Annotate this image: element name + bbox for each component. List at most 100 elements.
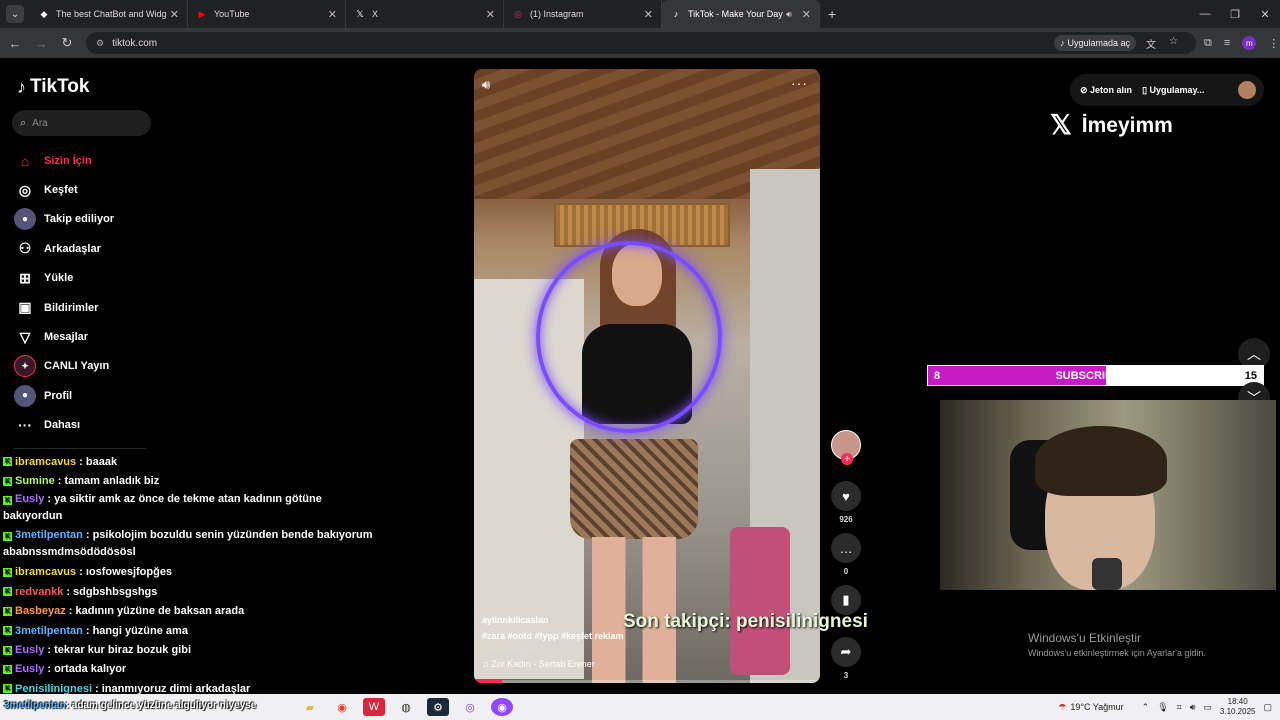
sidebar-item[interactable]: ● Profil bbox=[14, 381, 174, 410]
extensions-icon[interactable]: ⧉ bbox=[1204, 37, 1212, 50]
sidebar-item[interactable]: ◎ Keşfet bbox=[14, 175, 174, 204]
forward-button[interactable]: → bbox=[30, 36, 52, 51]
creator-avatar-action[interactable]: + bbox=[828, 430, 864, 465]
video-hashtags[interactable]: #zara #ootd #fypp #keşfet reklam bbox=[482, 631, 624, 641]
kick-badge-icon: K bbox=[3, 606, 12, 616]
media-control-icon[interactable]: ≡ bbox=[1224, 37, 1230, 49]
wps-office-icon[interactable]: W bbox=[363, 698, 385, 716]
battery-icon[interactable]: ▭ bbox=[1203, 702, 1212, 713]
close-window-button[interactable]: ✕ bbox=[1250, 0, 1280, 28]
browser-tab[interactable]: ◎ (1) Instagram ✕ bbox=[504, 0, 662, 28]
get-app-button[interactable]: ▯ Uygulamay... bbox=[1142, 85, 1204, 96]
bookmark-star-icon[interactable]: ☆ bbox=[1169, 36, 1178, 47]
sidebar-item[interactable]: ● Takip ediliyor bbox=[14, 205, 174, 234]
tab-search-button[interactable]: ⌄ bbox=[6, 5, 24, 23]
get-coins-label: Jeton alın bbox=[1090, 84, 1133, 95]
share-action[interactable]: ➦ 3 bbox=[828, 637, 864, 680]
search-placeholder: Ara bbox=[32, 117, 48, 129]
sidebar-item[interactable]: ⊞ Yükle bbox=[14, 264, 174, 293]
site-info-icon[interactable]: ⚙ bbox=[96, 38, 104, 49]
tab-close-icon[interactable]: ✕ bbox=[644, 8, 653, 21]
tab-close-icon[interactable]: ✕ bbox=[328, 8, 337, 21]
taskbar-clock[interactable]: 18:40 3.10.2025 bbox=[1220, 697, 1256, 716]
chat-message: : hangi yüzüne ama bbox=[85, 624, 188, 637]
search-input[interactable]: ⌕ Ara bbox=[12, 110, 151, 136]
sidebar-item[interactable]: ··· Dahası bbox=[14, 411, 174, 440]
chat-username: redvankk bbox=[15, 585, 64, 598]
translate-icon[interactable]: 文 bbox=[1146, 36, 1156, 51]
notifications-tray-icon[interactable]: ▢ bbox=[1263, 702, 1272, 713]
chat-message: : ortada kalıyor bbox=[47, 663, 127, 676]
more-options-icon[interactable]: ··· bbox=[791, 75, 808, 91]
like-action[interactable]: ♥ 926 bbox=[828, 481, 864, 524]
x-logo-icon: 𝕏 bbox=[1050, 110, 1072, 140]
chat-username: Eusly bbox=[15, 663, 45, 676]
chat-line: K 3metilpentan: psikolojim bozuldu senin … bbox=[3, 527, 373, 563]
sidebar-item[interactable]: ▣ Bildirimler bbox=[14, 293, 174, 322]
open-in-app-button[interactable]: ♪ Uygulamada aç bbox=[1053, 35, 1136, 51]
address-bar[interactable]: ⚙ tiktok.com ♪ Uygulamada aç 文 ☆ bbox=[86, 32, 1196, 54]
steam-icon[interactable]: ⚙ bbox=[427, 698, 449, 716]
chat-message: : inanmıyoruz dimi arkadaşlar bbox=[95, 682, 251, 695]
tray-overflow-icon[interactable]: ⌃ bbox=[1142, 702, 1150, 713]
weather-widget[interactable]: ☂ 19°C Yağmur bbox=[1058, 702, 1123, 713]
user-avatar[interactable] bbox=[1238, 81, 1256, 99]
reload-button[interactable]: ↻ bbox=[56, 35, 78, 51]
sidebar-item[interactable]: ▽ Mesajlar bbox=[14, 322, 174, 351]
volume-icon[interactable]: 🔊︎ bbox=[482, 77, 490, 93]
profile-avatar[interactable]: m bbox=[1242, 36, 1257, 50]
volume-tray-icon[interactable]: 🔊︎ bbox=[1190, 702, 1196, 713]
sidebar-item[interactable]: ✦ CANLI Yayın bbox=[14, 352, 174, 381]
network-icon[interactable]: ⌗ bbox=[1177, 702, 1182, 713]
video-author[interactable]: aylinnkilicaslan bbox=[482, 615, 549, 625]
chrome-icon[interactable]: ◉ bbox=[331, 698, 353, 716]
tab-close-icon[interactable]: ✕ bbox=[170, 8, 179, 21]
video-progress-fill bbox=[474, 680, 502, 683]
kick-badge-icon: K bbox=[3, 531, 12, 541]
comment-action[interactable]: … 0 bbox=[828, 533, 864, 576]
get-coins-button[interactable]: ⊘ Jeton alın bbox=[1080, 85, 1132, 96]
chat-message: : baaak bbox=[79, 455, 118, 468]
browser-tab[interactable]: ▶ YouTube ✕ bbox=[188, 0, 346, 28]
sidebar-item[interactable]: ⚇ Arkadaşlar bbox=[14, 234, 174, 263]
twitch-icon[interactable]: ◉ bbox=[491, 698, 513, 716]
file-explorer-icon[interactable]: ▰ bbox=[299, 698, 321, 716]
sidebar-item[interactable]: ⌂ Sizin İçin bbox=[14, 146, 174, 175]
tab-audio-icon[interactable]: 🔊︎ bbox=[786, 9, 792, 20]
tab-close-icon[interactable]: ✕ bbox=[802, 8, 811, 21]
browser-tab[interactable]: ♪ TikTok - Make Your Day 🔊︎ ✕ bbox=[662, 0, 820, 28]
chat-message: : kadının yüzüne de baksan arada bbox=[68, 605, 245, 618]
back-button[interactable]: ← bbox=[4, 36, 26, 51]
browser-tab-bar: ⌄ ◆ The best ChatBot and Widgets ✕ ▶ YouTube… bbox=[0, 0, 1280, 28]
share-icon[interactable]: ➦ bbox=[831, 637, 861, 667]
sidebar-item-label: Mesajlar bbox=[44, 331, 89, 344]
microphone-icon[interactable]: 🎙︎ bbox=[1157, 702, 1168, 713]
browser-tab[interactable]: 𝕏 X ✕ bbox=[346, 0, 504, 28]
heart-icon[interactable]: ♥ bbox=[831, 481, 861, 511]
comment-icon[interactable]: … bbox=[831, 533, 861, 563]
bookmark-icon[interactable]: ▮ bbox=[831, 585, 861, 615]
tab-close-icon[interactable]: ✕ bbox=[486, 8, 495, 21]
maximize-button[interactable]: ❐ bbox=[1220, 0, 1250, 28]
windows-taskbar: 3metilpentan: adam gelince yüzüne alguli… bbox=[0, 694, 1280, 720]
minimize-button[interactable]: — bbox=[1190, 0, 1220, 28]
obs-icon[interactable]: ◍ bbox=[395, 698, 417, 716]
browser-menu-icon[interactable]: ⋮ bbox=[1268, 37, 1279, 50]
video-progress-bar[interactable] bbox=[474, 680, 820, 683]
save-action[interactable]: ▮ bbox=[828, 585, 864, 615]
browser-tab[interactable]: ◆ The best ChatBot and Widgets ✕ bbox=[30, 0, 188, 28]
creator-avatar[interactable]: + bbox=[831, 430, 861, 465]
video-music[interactable]: ♫ Zor Kadın - Sertab Erener bbox=[482, 659, 595, 669]
tiktok-logo[interactable]: ♪ TikTok bbox=[17, 76, 89, 98]
follow-plus-icon[interactable]: + bbox=[841, 453, 853, 465]
video-player[interactable]: 🔊︎ ··· aylinnkilicaslan #zara #ootd #fyp… bbox=[474, 69, 820, 683]
activation-title: Windows'u Etkinleştir bbox=[1028, 631, 1141, 645]
video-scene-legs bbox=[592, 537, 676, 683]
new-tab-button[interactable]: + bbox=[828, 6, 836, 22]
subscriber-label: SUBSCRIBERS bbox=[1055, 369, 1136, 382]
see-translation-link[interactable]: Çevirisini gör bbox=[482, 645, 534, 655]
chat-username: 3metilpentan bbox=[15, 624, 83, 637]
streaming-app-icon[interactable]: ◎ bbox=[459, 698, 481, 716]
window-controls: — ❐ ✕ bbox=[1190, 0, 1280, 28]
chat-line: K Sumine: tamam anladık biz bbox=[3, 471, 373, 490]
